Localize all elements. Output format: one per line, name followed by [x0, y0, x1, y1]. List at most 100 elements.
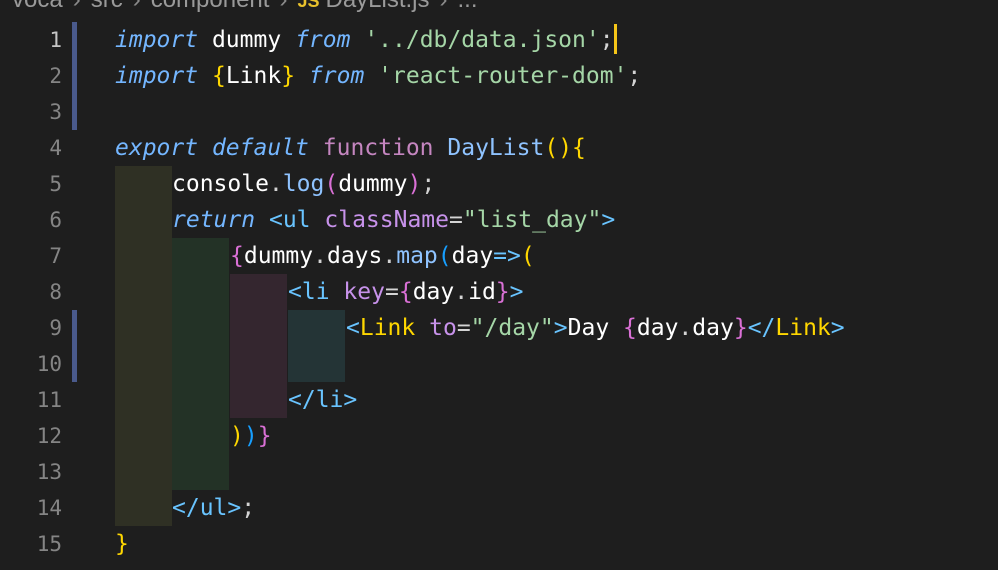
identifier-token: day [412, 279, 455, 305]
jsx-tag-token: ul [282, 207, 311, 233]
bracket-token: ) [407, 171, 422, 197]
breadcrumb-item-voca[interactable]: voca [12, 0, 63, 13]
keyword-token: function [322, 135, 434, 161]
line-number: 1 [49, 28, 62, 52]
punctuation-token: . [382, 243, 397, 269]
punctuation-token: . [313, 243, 327, 269]
line-number: 13 [36, 460, 62, 484]
jsx-bracket-token: < [346, 315, 360, 341]
line-number: 2 [49, 64, 62, 88]
jsx-tag-token: ul [199, 495, 228, 521]
punctuation-token: . [678, 315, 693, 341]
bracket-token: { [398, 279, 413, 305]
text-cursor [613, 24, 617, 54]
jsx-bracket-token: > [830, 315, 845, 341]
punctuation-token: = [456, 315, 471, 341]
line-number: 4 [49, 136, 62, 160]
code-line-14[interactable]: </ul>; [172, 490, 255, 526]
jsx-text-token: Day [567, 315, 624, 341]
identifier-token: dummy [243, 243, 314, 269]
code-line-4[interactable]: export default function DayList(){ [115, 130, 586, 166]
code-line-9[interactable]: <Link to="/day">Day {day.day}</Link> [346, 310, 845, 346]
line-number: 9 [49, 316, 62, 340]
jsx-tag-token: li [301, 279, 330, 305]
code-line-8[interactable]: <li key={day.id}> [288, 274, 524, 310]
punctuation-token: . [454, 279, 469, 305]
code-line-6[interactable]: return <ul className="list_day"> [172, 202, 615, 238]
code-line-15[interactable]: } [115, 526, 129, 562]
javascript-file-icon: JS [297, 0, 320, 11]
indent-guide-level-1 [115, 166, 172, 526]
bracket-token: { [211, 63, 226, 89]
jsx-attribute-token: className [324, 207, 449, 233]
chevron-right-icon: › [440, 0, 448, 13]
bracket-token: { [230, 243, 244, 269]
keyword-token: return [172, 207, 256, 233]
keyword-token: default [211, 135, 309, 161]
jsx-bracket-token: > [227, 495, 242, 521]
punctuation-token: . [268, 171, 283, 197]
breadcrumb-item-src[interactable]: src [91, 0, 123, 13]
jsx-bracket-token: < [268, 207, 283, 233]
indent-guide-level-3 [230, 274, 287, 418]
code-line-1[interactable]: import dummy from '../db/data.json'; [115, 22, 617, 58]
arrow-token: => [493, 243, 521, 269]
identifier-token: day [451, 243, 494, 269]
breadcrumb-item-component[interactable]: component [151, 0, 270, 13]
bracket-token: } [281, 63, 296, 89]
method-token: log [282, 171, 325, 197]
code-editor[interactable]: voca›src›component›JSDayList.js›... 1 2 … [0, 0, 998, 570]
line-number: 8 [49, 280, 62, 304]
identifier-token: id [468, 279, 496, 305]
code-line-12[interactable]: ))} [230, 418, 272, 454]
bracket-token: { [572, 135, 586, 161]
indent-guide-level-4 [288, 310, 345, 382]
line-number: 7 [49, 244, 62, 268]
jsx-component-token: Link [775, 315, 831, 341]
bracket-token: ( [437, 243, 452, 269]
string-token: "list_day" [462, 207, 602, 233]
identifier-token: console [172, 171, 269, 197]
keyword-token: from [308, 63, 365, 89]
bracket-token: ( [544, 135, 559, 161]
method-token: map [396, 243, 438, 269]
chevron-right-icon: › [73, 0, 81, 13]
keyword-token: import [115, 63, 199, 89]
chevron-right-icon: › [279, 0, 287, 13]
line-number: 5 [49, 172, 62, 196]
modified-lines-marker[interactable] [72, 310, 77, 382]
breadcrumb-item-more[interactable]: ... [458, 0, 478, 13]
function-name-token: DayList [447, 135, 545, 161]
identifier-token: dummy [211, 27, 282, 53]
line-number: 10 [36, 352, 62, 376]
code-line-11[interactable]: </li> [288, 382, 357, 418]
indent-guide-level-2 [172, 238, 229, 490]
line-number: 14 [36, 496, 62, 520]
punctuation-token: ; [421, 171, 436, 197]
code-line-2[interactable]: import {Link} from 'react-router-dom'; [115, 58, 641, 94]
punctuation-token: ; [241, 495, 256, 521]
code-line-5[interactable]: console.log(dummy); [172, 166, 435, 202]
string-token: '../db/data.json' [364, 27, 600, 53]
jsx-attribute-token: key [343, 279, 385, 305]
jsx-bracket-token: > [343, 387, 358, 413]
line-number: 6 [49, 208, 62, 232]
modified-lines-marker[interactable] [72, 22, 77, 130]
breadcrumb-item-file[interactable]: DayList.js [325, 0, 429, 13]
jsx-bracket-token: > [553, 315, 568, 341]
bracket-token: ) [558, 135, 573, 161]
breadcrumb: voca › src › component › JS DayList.js ›... [12, 0, 478, 13]
jsx-bracket-token: </ [288, 387, 316, 413]
punctuation-token: ; [627, 63, 642, 89]
bracket-token: } [115, 531, 129, 557]
bracket-token: } [733, 315, 748, 341]
keyword-token: export [115, 135, 199, 161]
code-line-7[interactable]: {dummy.days.map(day=>( [230, 238, 535, 274]
